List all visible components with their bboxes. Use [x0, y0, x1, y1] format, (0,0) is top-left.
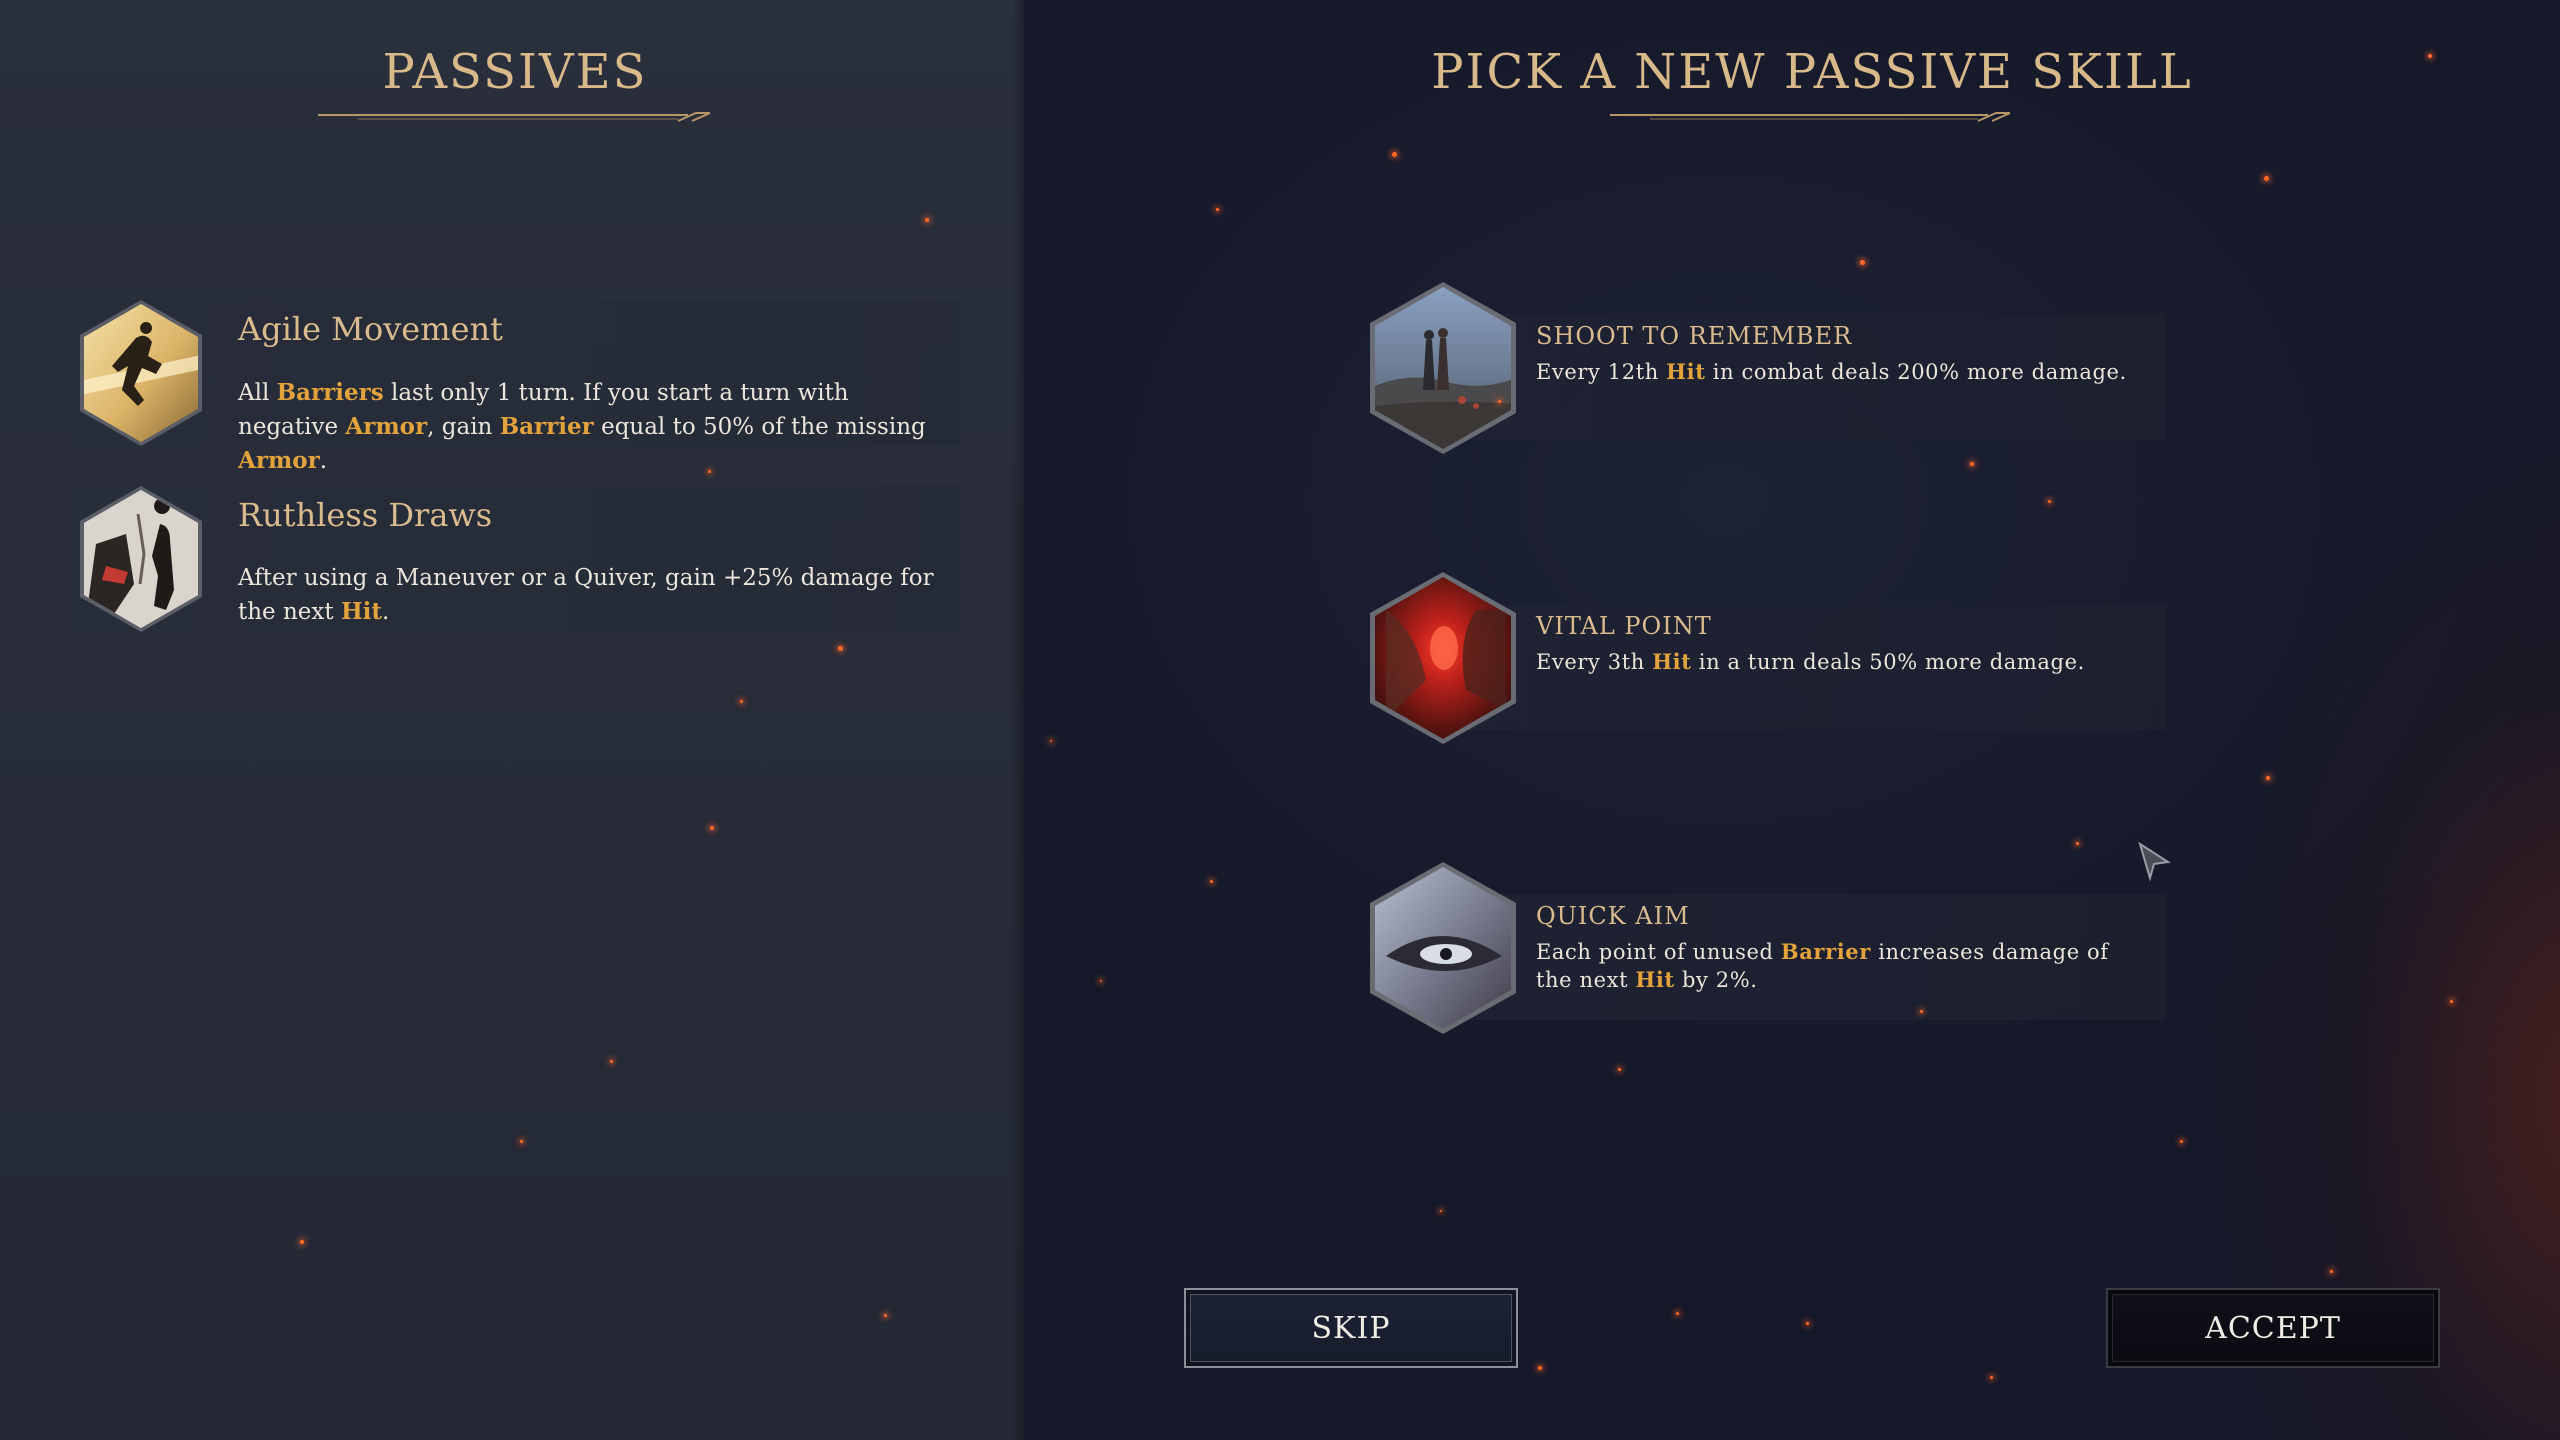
- ember-particle: [1920, 1010, 1923, 1013]
- heading-underline-right: [1610, 110, 2010, 124]
- ember-particle: [520, 1140, 523, 1143]
- passives-heading: PASSIVES: [382, 44, 648, 100]
- ember-particle: [2076, 842, 2079, 845]
- ember-particle: [1538, 1366, 1542, 1370]
- eye-closeup-icon: [1366, 860, 1520, 1036]
- ember-particle: [2264, 176, 2269, 181]
- ember-particle: [2180, 1140, 2183, 1143]
- heading-underline-left: [318, 110, 710, 124]
- skill-option-quick-aim[interactable]: QUICK AIM Each point of unused Barrier i…: [1366, 860, 2166, 1034]
- figures-on-cliff-icon: [1366, 280, 1520, 456]
- ember-particle: [838, 646, 843, 651]
- ember-particle: [1618, 1068, 1621, 1071]
- keyword-highlight: Barrier: [1780, 939, 1871, 964]
- passive-name: Ruthless Draws: [238, 496, 493, 534]
- ember-particle: [2266, 776, 2270, 780]
- skill-option-shoot-to-remember[interactable]: SHOOT TO REMEMBER Every 12th Hit in comb…: [1366, 280, 2166, 454]
- ember-particle: [1100, 980, 1102, 982]
- keyword-highlight: Armor: [238, 447, 320, 474]
- ember-particle: [1990, 1376, 1993, 1379]
- glowing-wound-icon: [1366, 570, 1520, 746]
- skill-option-vital-point[interactable]: VITAL POINT Every 3th Hit in a turn deal…: [1366, 570, 2166, 744]
- ember-particle: [1860, 260, 1865, 265]
- keyword-highlight: Hit: [340, 598, 383, 625]
- ember-particle: [2428, 54, 2432, 58]
- keyword-highlight: Hit: [1652, 649, 1692, 674]
- ember-particle: [2048, 500, 2051, 503]
- ember-particle: [610, 1060, 613, 1063]
- owned-passives-panel: [0, 0, 1030, 1440]
- ember-particle: [1210, 880, 1213, 883]
- passive-card-ruthless-draws[interactable]: Ruthless Draws After using a Maneuver or…: [76, 486, 960, 632]
- ember-particle: [1676, 1312, 1679, 1315]
- skip-button[interactable]: SKIP: [1184, 1288, 1518, 1368]
- keyword-highlight: Armor: [345, 413, 428, 440]
- skill-name: SHOOT TO REMEMBER: [1536, 322, 1853, 350]
- keyword-highlight: Hit: [1635, 967, 1675, 992]
- passive-name: Agile Movement: [238, 310, 503, 348]
- accept-button[interactable]: ACCEPT: [2106, 1288, 2440, 1368]
- keyword-highlight: Barrier: [499, 413, 594, 440]
- skill-name: QUICK AIM: [1536, 902, 1690, 930]
- keyword-highlight: Hit: [1666, 359, 1706, 384]
- ember-particle: [2450, 1000, 2453, 1003]
- skill-description: Every 3th Hit in a turn deals 50% more d…: [1536, 649, 2085, 674]
- gunslinger-draw-icon: [76, 484, 206, 634]
- skill-name: VITAL POINT: [1536, 612, 1712, 640]
- mouse-cursor-icon: [2136, 841, 2172, 882]
- ember-particle: [1970, 462, 1974, 466]
- passive-description: After using a Maneuver or a Quiver, gain…: [238, 565, 934, 625]
- ember-particle: [1498, 400, 1501, 403]
- keyword-highlight: Barriers: [276, 379, 384, 406]
- skill-description: Each point of unused Barrier increases d…: [1536, 939, 2109, 992]
- ember-particle: [710, 826, 714, 830]
- passive-card-agile-movement[interactable]: Agile Movement All Barriers last only 1 …: [76, 298, 960, 474]
- ember-particle: [1216, 208, 1219, 211]
- ember-particle: [1050, 740, 1052, 742]
- ember-particle: [740, 700, 743, 703]
- skill-description: Every 12th Hit in combat deals 200% more…: [1536, 359, 2127, 384]
- passive-description: All Barriers last only 1 turn. If you st…: [238, 379, 926, 474]
- ember-particle: [1392, 152, 1397, 157]
- ember-particle: [300, 1240, 304, 1244]
- ember-particle: [925, 218, 929, 222]
- pick-skill-heading: PICK A NEW PASSIVE SKILL: [1431, 44, 2193, 100]
- ember-particle: [1806, 1322, 1809, 1325]
- ember-particle: [1440, 1210, 1442, 1212]
- ember-particle: [708, 470, 711, 473]
- ember-particle: [2330, 1270, 2333, 1273]
- leaping-figure-icon: [76, 298, 206, 448]
- ember-particle: [884, 1314, 887, 1317]
